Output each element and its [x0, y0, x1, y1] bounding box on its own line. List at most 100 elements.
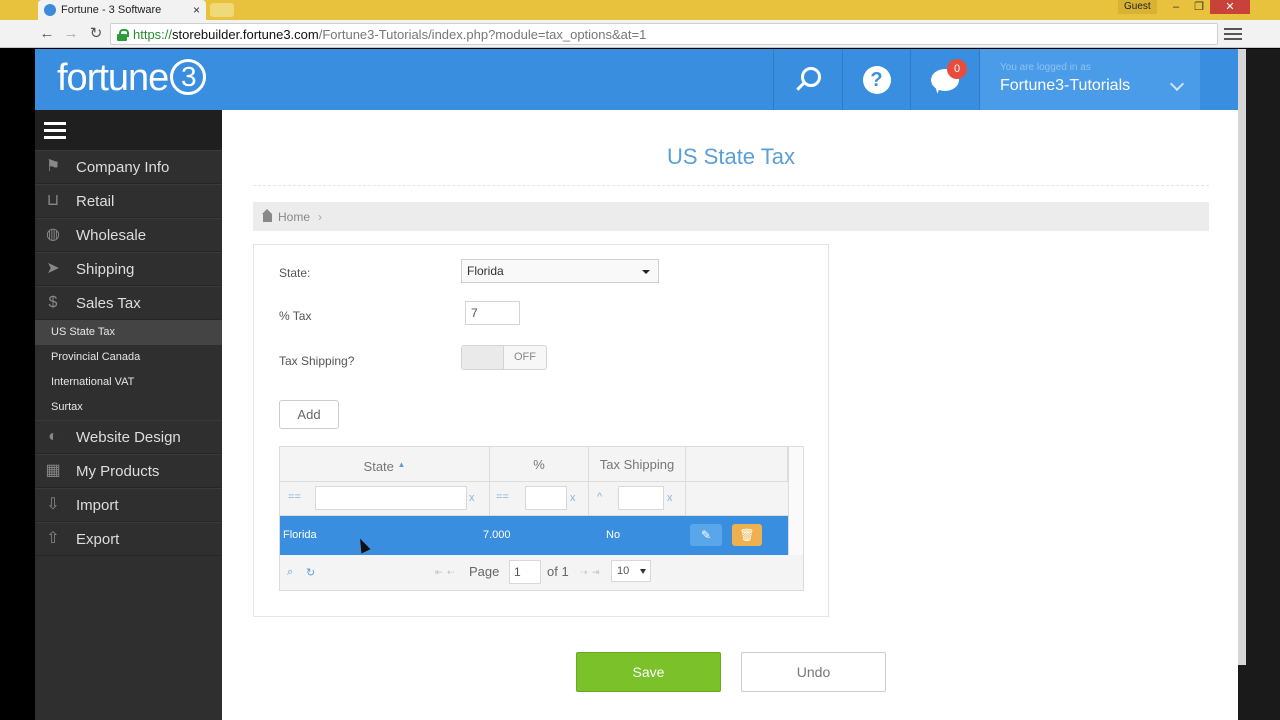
column-header-percent[interactable]: % [490, 447, 589, 482]
column-header-actions [686, 447, 788, 482]
page-title: US State Tax [667, 144, 795, 169]
column-header-state[interactable]: State ▲ [280, 447, 490, 482]
chevron-down-icon [1169, 76, 1185, 92]
user-menu[interactable]: You are logged in as Fortune3-Tutorials [979, 49, 1200, 110]
breadcrumb-home[interactable]: Home [278, 210, 310, 224]
sidebar-item-label: Retail [76, 192, 115, 210]
filter-input-state[interactable] [315, 486, 467, 510]
filter-clear-icon[interactable]: x [469, 492, 475, 504]
home-icon [262, 208, 272, 222]
grid-scrollbar[interactable] [788, 447, 803, 555]
prev-page-icon[interactable]: ⇤ ⇠ [435, 567, 456, 578]
palette-icon: ◐ [48, 428, 58, 445]
notification-badge: 0 [947, 59, 967, 79]
menu-toggle-icon[interactable] [35, 110, 222, 150]
browser-tab[interactable]: Fortune - 3 Software × [38, 0, 206, 20]
globe-icon: ◍ [46, 226, 60, 243]
state-select[interactable]: Florida [461, 259, 659, 283]
help-button[interactable]: ? [842, 49, 910, 110]
logo-badge: 3 [170, 59, 207, 95]
state-select-value: Florida [467, 264, 504, 278]
refresh-icon[interactable]: ↻ [306, 566, 315, 579]
caret-down-icon [640, 569, 646, 574]
new-tab-button[interactable] [210, 3, 234, 17]
table-row[interactable]: Florida 7.000 No ✎ 🗑 [280, 516, 788, 555]
sidebar-item-website-design[interactable]: ◐ Website Design [35, 420, 222, 454]
send-icon: ➤ [46, 260, 60, 277]
filter-operator[interactable]: ^ [597, 491, 602, 503]
toggle-state: OFF [514, 351, 536, 363]
sidebar-item-label: My Products [76, 462, 160, 480]
sidebar-item-label: Wholesale [76, 226, 147, 244]
sidebar-subitem-surtax[interactable]: Surtax [35, 395, 222, 420]
edit-icon[interactable]: ✎ [690, 524, 722, 546]
filter-clear-icon[interactable]: x [667, 492, 673, 504]
filter-cell-tax-shipping: ^ x [589, 482, 686, 516]
profile-badge[interactable]: Guest [1118, 0, 1157, 14]
filter-operator[interactable]: == [288, 491, 301, 503]
cell-percent: 7.000 [483, 529, 511, 541]
sidebar-item-retail[interactable]: ⊔ Retail [35, 184, 222, 218]
undo-button[interactable]: Undo [741, 652, 886, 692]
sidebar-item-label: Shipping [76, 260, 135, 278]
sidebar-subitem-us-state-tax[interactable]: US State Tax [35, 320, 222, 345]
grid-pager: ⌕ ↻ ⇤ ⇠ Page 1 of 1 ⇢ ⇥ 10 [280, 555, 803, 590]
sidebar-item-sales-tax[interactable]: $ Sales Tax [35, 286, 222, 320]
filter-cell-percent: == x [490, 482, 589, 516]
next-page-icon[interactable]: ⇢ ⇥ [580, 567, 601, 578]
sidebar-subitem-provincial-canada[interactable]: Provincial Canada [35, 345, 222, 370]
sidebar: ⚑ Company Info ⊔ Retail ◍ Wholesale ➤ Sh… [35, 110, 222, 720]
reload-icon[interactable]: ↻ [86, 24, 106, 44]
url-scheme: https:// [133, 26, 173, 42]
sidebar-item-shipping[interactable]: ➤ Shipping [35, 252, 222, 286]
add-button[interactable]: Add [279, 400, 339, 429]
restore-icon[interactable]: ❐ [1188, 0, 1210, 14]
url-path: /Fortune3-Tutorials/index.php?module=tax… [318, 26, 647, 42]
browser-titlebar: Fortune - 3 Software × Guest – ❐ ✕ [0, 0, 1280, 20]
save-button[interactable]: Save [576, 652, 721, 692]
messages-button[interactable]: 0 [910, 49, 979, 110]
minimize-icon[interactable]: – [1165, 0, 1187, 14]
fortune3-logo[interactable]: fortune 3 [57, 57, 207, 100]
filter-input-tax-shipping[interactable] [618, 486, 664, 510]
sidebar-item-export[interactable]: ⇧ Export [35, 522, 222, 556]
page-number-input[interactable]: 1 [509, 560, 541, 584]
filter-operator[interactable]: == [496, 491, 509, 503]
username: Fortune3-Tutorials [1000, 77, 1131, 94]
search-icon[interactable]: ⌕ [287, 566, 293, 579]
lock-icon [117, 28, 129, 41]
toggle-knob [462, 346, 504, 369]
page-label: Page [469, 564, 500, 579]
column-header-tax-shipping[interactable]: Tax Shipping [589, 447, 686, 482]
window-close-icon[interactable]: ✕ [1210, 0, 1250, 14]
browser-menu-icon[interactable] [1224, 26, 1242, 42]
sidebar-item-company-info[interactable]: ⚑ Company Info [35, 150, 222, 184]
sidebar-item-import[interactable]: ⇩ Import [35, 488, 222, 522]
back-icon[interactable]: ← [37, 24, 57, 44]
page-scrollbar[interactable] [1238, 49, 1280, 720]
sidebar-item-label: Export [76, 530, 120, 548]
trash-icon[interactable]: 🗑 [732, 524, 762, 546]
address-bar[interactable]: https://storebuilder.fortune3.com/Fortun… [110, 23, 1218, 45]
sidebar-item-wholesale[interactable]: ◍ Wholesale [35, 218, 222, 252]
tax-percent-input[interactable] [465, 301, 520, 325]
tab-close-icon[interactable]: × [193, 3, 200, 17]
tax-shipping-toggle[interactable]: OFF [461, 345, 547, 370]
filter-input-percent[interactable] [525, 486, 567, 510]
search-button[interactable] [773, 49, 841, 110]
sidebar-subitem-international-vat[interactable]: International VAT [35, 370, 222, 395]
scrollbar-thumb[interactable] [1238, 49, 1246, 665]
sidebar-item-my-products[interactable]: ▦ My Products [35, 454, 222, 488]
logo-text: fortune [57, 57, 169, 99]
cell-state: Florida [283, 529, 317, 541]
filter-clear-icon[interactable]: x [570, 492, 576, 504]
app-header: fortune 3 ? 0 You are logged in as Fortun… [35, 49, 1238, 110]
url-host: storebuilder.fortune3.com [172, 26, 319, 42]
filter-cell-state: == x [280, 482, 490, 516]
forward-icon[interactable]: → [61, 24, 81, 44]
rows-per-page-select[interactable]: 10 [611, 560, 651, 582]
grid-header: State ▲ % Tax Shipping [280, 447, 788, 482]
title-divider [253, 185, 1209, 186]
grid-filter-row: == x == x ^ x [280, 482, 788, 516]
tax-form-panel: State: Florida % Tax Tax Shipping? OFF A… [253, 244, 829, 617]
